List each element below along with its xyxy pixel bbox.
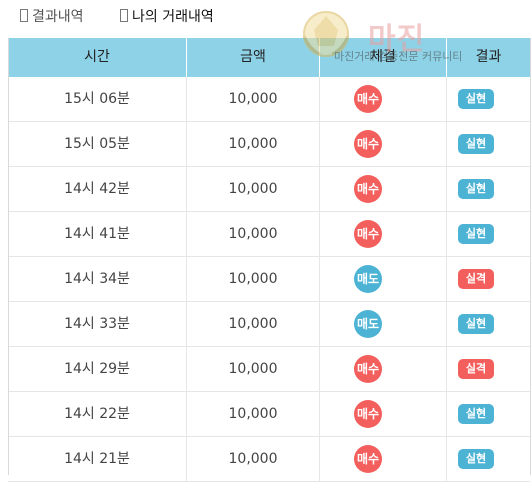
tab-my-trades-label: 나의 거래내역	[132, 9, 214, 25]
trade-history-table: 시간 금액 체결 결과 15시 06분 10,000 매수 실현 15시 05분 10,0…	[8, 38, 532, 482]
tab-bar: 결과내역 나의 거래내역	[0, 0, 532, 38]
table-border	[8, 38, 531, 475]
tab-results-label: 결과내역	[32, 9, 84, 25]
document-icon	[120, 9, 128, 22]
tab-my-trades[interactable]: 나의 거래내역	[120, 8, 214, 26]
tab-results[interactable]: 결과내역	[20, 8, 84, 26]
document-icon	[20, 9, 28, 22]
